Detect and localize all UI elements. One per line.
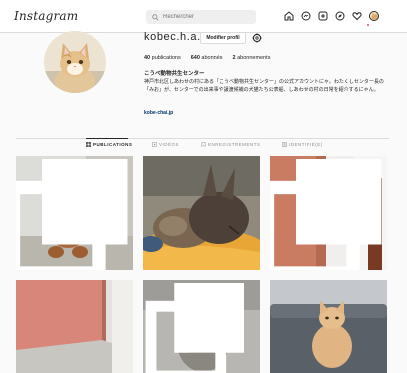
following-stat[interactable]: 2 abonnements <box>233 55 271 61</box>
profile-avatar[interactable] <box>369 11 379 21</box>
tab-tagged[interactable]: IDENTIFIÉ(E) <box>282 142 323 147</box>
bio-text: 神戸市北区しあわせの村にある「こうべ動物共生センター」の公式アカウントにゃ。わた… <box>144 79 384 93</box>
carousel-icon <box>145 283 244 373</box>
explore-icon[interactable] <box>335 11 345 21</box>
post-thumbnail[interactable] <box>270 156 387 270</box>
profile-picture[interactable] <box>44 31 106 93</box>
home-icon[interactable] <box>284 11 294 21</box>
bio-display-name: こうべ動物共生センター <box>144 71 205 77</box>
notification-dot <box>367 24 369 26</box>
search-input[interactable] <box>163 14 253 20</box>
posts-count: 40 <box>144 55 151 61</box>
carousel-icon <box>270 159 382 270</box>
tab-videos[interactable]: VIDÉOS <box>152 142 179 147</box>
followers-count: 640 <box>190 55 200 61</box>
tagged-icon <box>282 142 287 147</box>
post-thumbnail[interactable] <box>143 156 260 270</box>
top-nav-bar: Instagram <box>0 0 407 33</box>
posts-stat: 40 publications <box>144 55 181 61</box>
tab-saved[interactable]: ENREGISTREMENTS <box>201 142 261 147</box>
post-thumbnail[interactable] <box>143 280 260 373</box>
posts-label: publications <box>151 55 181 61</box>
bio-link[interactable]: kobe-chai.jp <box>144 110 173 116</box>
settings-gear-icon[interactable] <box>252 33 262 43</box>
edit-profile-button[interactable]: Modifier profil <box>200 32 246 44</box>
post-thumbnail[interactable] <box>270 280 387 373</box>
messenger-icon[interactable] <box>301 11 311 21</box>
tab-label: PUBLICATIONS <box>93 142 133 147</box>
new-post-icon[interactable] <box>318 11 328 21</box>
tab-label: IDENTIFIÉ(E) <box>289 142 323 147</box>
activity-heart-icon[interactable] <box>352 11 362 21</box>
following-label: abonnements <box>237 55 271 61</box>
post-thumbnail[interactable] <box>16 156 133 270</box>
nav-icon-group <box>284 11 379 21</box>
search-box[interactable] <box>146 10 256 24</box>
profile-stats: 40 publications 640 abonnés 2 abonnement… <box>144 55 270 61</box>
tab-label: ENREGISTREMENTS <box>208 142 261 147</box>
tabs-divider <box>16 138 389 139</box>
carousel-icon <box>16 159 128 270</box>
profile-username: kobec.h.a.i <box>144 31 204 43</box>
tab-label: VIDÉOS <box>159 142 180 147</box>
followers-stat[interactable]: 640 abonnés <box>191 55 223 61</box>
post-thumbnail[interactable] <box>16 280 133 373</box>
tab-publications[interactable]: PUBLICATIONS <box>86 142 132 147</box>
followers-label: abonnés <box>201 55 223 61</box>
instagram-logo[interactable]: Instagram <box>14 9 78 23</box>
following-count: 2 <box>232 55 236 61</box>
grid-icon <box>86 142 91 147</box>
active-tab-indicator <box>86 138 128 139</box>
search-icon <box>152 13 159 21</box>
video-icon <box>152 142 157 147</box>
bookmark-icon <box>201 142 206 147</box>
